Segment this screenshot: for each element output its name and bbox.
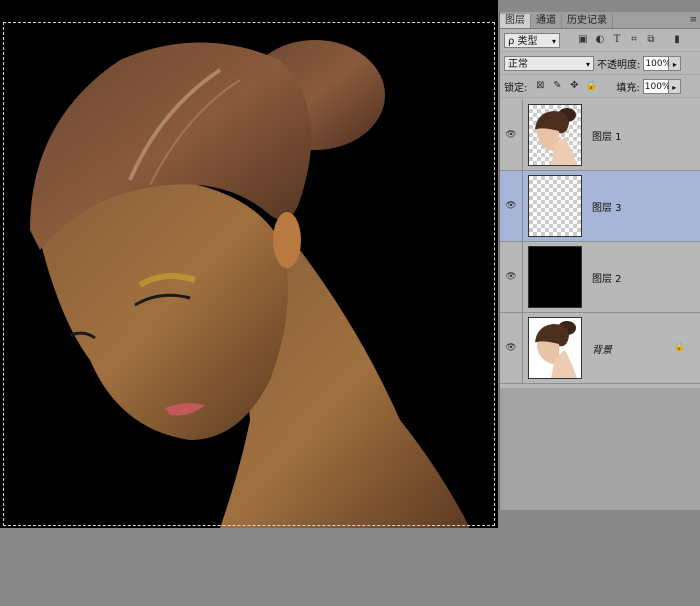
layer-item[interactable]: 👁 背景 🔒 xyxy=(500,313,700,384)
document-canvas[interactable] xyxy=(0,0,498,528)
fill-label: 填充: xyxy=(616,82,640,94)
fill-dropdown-icon[interactable]: ▸ xyxy=(668,78,681,94)
lock-label: 锁定: xyxy=(504,82,528,94)
opacity-dropdown-icon[interactable]: ▸ xyxy=(669,55,682,71)
tab-history[interactable]: 历史记录 xyxy=(562,14,613,28)
layer-thumbnail xyxy=(528,104,582,166)
filter-row: ρ 类型 ▾ ▣ ◐ T ⌗ ⧉ ▮ xyxy=(500,29,700,52)
opacity-input[interactable]: 100% xyxy=(643,55,671,71)
layer-name[interactable]: 背景 xyxy=(592,341,612,356)
opacity-label: 不透明度: xyxy=(597,59,641,71)
layer-name[interactable]: 图层 1 xyxy=(592,128,622,143)
eye-icon[interactable]: 👁 xyxy=(500,272,522,282)
layer-thumbnail xyxy=(528,246,582,308)
shape-icon[interactable]: ⌗ xyxy=(627,33,641,47)
filter-type-label: ρ 类型 xyxy=(508,35,538,47)
panel-menu-icon[interactable]: ≡ xyxy=(689,15,697,25)
tab-layers[interactable]: 图层 xyxy=(500,14,531,28)
layer-item[interactable]: 👁 图层 2 xyxy=(500,242,700,313)
layer-name[interactable]: 图层 3 xyxy=(592,199,622,214)
tab-channels[interactable]: 通道 xyxy=(531,14,562,28)
filter-type-select[interactable]: ρ 类型 ▾ xyxy=(504,32,560,48)
portrait-thumbnail xyxy=(535,321,577,378)
blend-mode-label: 正常 xyxy=(508,58,528,70)
text-icon[interactable]: T xyxy=(610,33,624,47)
blend-mode-select[interactable]: 正常 ▾ xyxy=(504,55,594,71)
lock-brush-icon[interactable]: ✎ xyxy=(550,79,564,93)
layer-thumbnail xyxy=(528,175,582,237)
layer-item[interactable]: 👁 图层 1 xyxy=(500,100,700,171)
toggle-icon[interactable]: ▮ xyxy=(670,33,684,47)
fill-input[interactable]: 100% xyxy=(642,78,670,94)
layers-panel: 图层 通道 历史记录 ≡ ρ 类型 ▾ ▣ ◐ T ⌗ ⧉ ▮ 正常 ▾ 不透明… xyxy=(499,12,700,510)
lock-all-icon[interactable]: 🔒 xyxy=(584,79,598,93)
layer-list: 👁 图层 1 👁 图层 3 👁 图层 2 👁 背景 🔒 xyxy=(500,100,700,384)
layer-name[interactable]: 图层 2 xyxy=(592,270,622,285)
lock-transparent-icon[interactable]: ⊠ xyxy=(533,79,547,93)
eye-icon[interactable]: 👁 xyxy=(500,130,522,140)
layer-thumbnail xyxy=(528,317,582,379)
chevron-down-icon: ▾ xyxy=(551,36,556,46)
chevron-down-icon: ▾ xyxy=(585,59,590,69)
portrait-thumbnail xyxy=(535,108,577,165)
layer-item[interactable]: 👁 图层 3 xyxy=(500,171,700,242)
smart-object-icon[interactable]: ⧉ xyxy=(644,33,658,47)
image-icon[interactable]: ▣ xyxy=(576,33,590,47)
lock-move-icon[interactable]: ✥ xyxy=(567,79,581,93)
canvas-artwork xyxy=(30,40,470,528)
eye-icon[interactable]: 👁 xyxy=(500,201,522,211)
layer-list-empty-area xyxy=(500,388,700,510)
eye-icon[interactable]: 👁 xyxy=(500,343,522,353)
contrast-icon[interactable]: ◐ xyxy=(593,33,607,47)
lock-row: 锁定: ⊠ ✎ ✥ 🔒 填充: 100% ▸ xyxy=(500,75,700,98)
blend-row: 正常 ▾ 不透明度: 100% ▸ xyxy=(500,52,700,75)
lock-icon: 🔒 xyxy=(673,342,685,352)
panel-tabs: 图层 通道 历史记录 ≡ xyxy=(500,12,700,29)
